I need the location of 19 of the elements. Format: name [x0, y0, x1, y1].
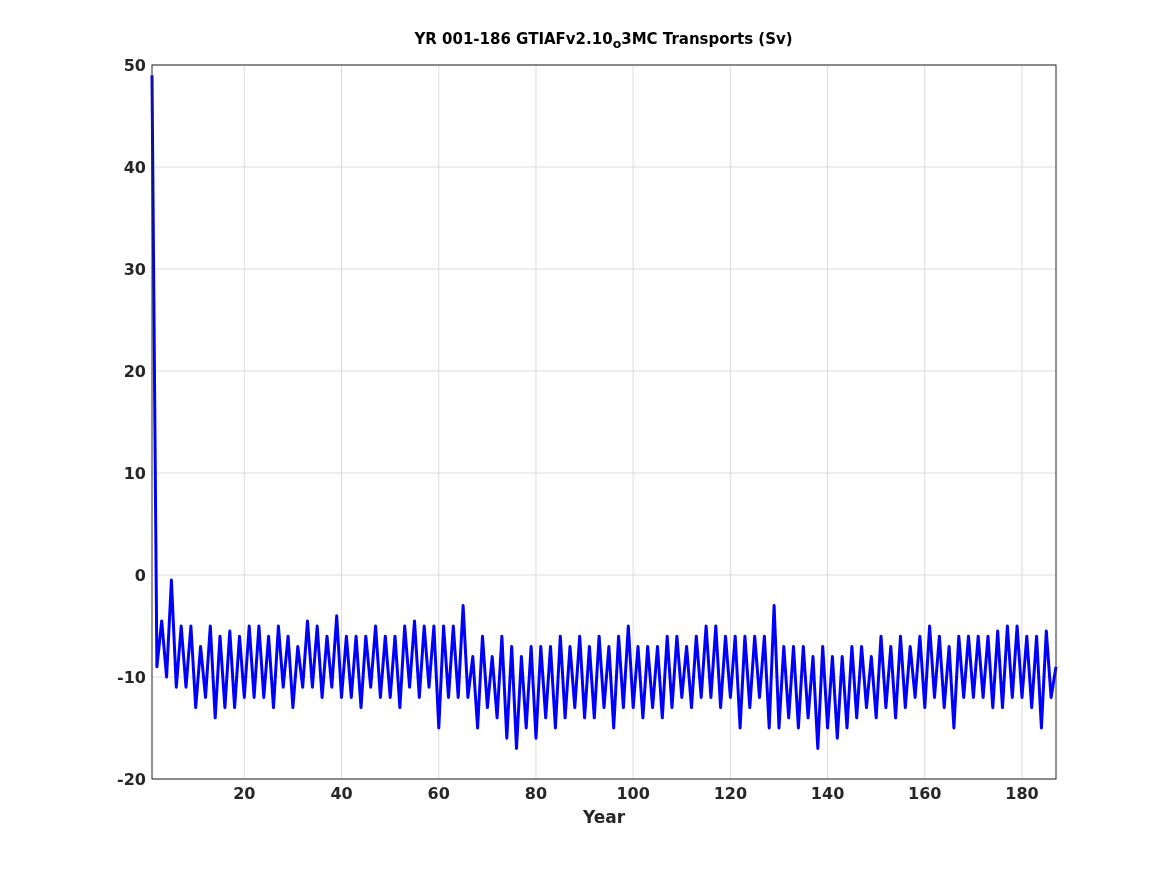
x-tick-label: 40: [330, 784, 353, 803]
x-axis-label: Year: [582, 807, 626, 827]
x-tick-label: 160: [908, 784, 942, 803]
y-tick-label: 40: [123, 158, 146, 177]
y-tick-label: 0: [134, 566, 146, 585]
chart-title: YR 001-186 GTIAFv2.10$_{o}$3MC Transports (Sv): [414, 30, 793, 53]
x-tick-label: 100: [616, 784, 650, 803]
x-tick-label: 120: [713, 784, 748, 803]
y-tick-label: -10: [117, 668, 146, 687]
x-tick-label: 80: [524, 784, 548, 803]
y-tick-label: 20: [123, 362, 146, 381]
x-tick-label: 20: [233, 784, 256, 803]
y-tick-label: -20: [117, 770, 146, 789]
y-tick-label: 50: [123, 56, 146, 75]
y-tick-label: 10: [123, 464, 146, 483]
x-tick-label: 140: [810, 784, 845, 803]
x-tick-label: 60: [427, 784, 450, 803]
x-tick-label: 180: [1005, 784, 1039, 803]
y-tick-label: 30: [123, 260, 146, 279]
